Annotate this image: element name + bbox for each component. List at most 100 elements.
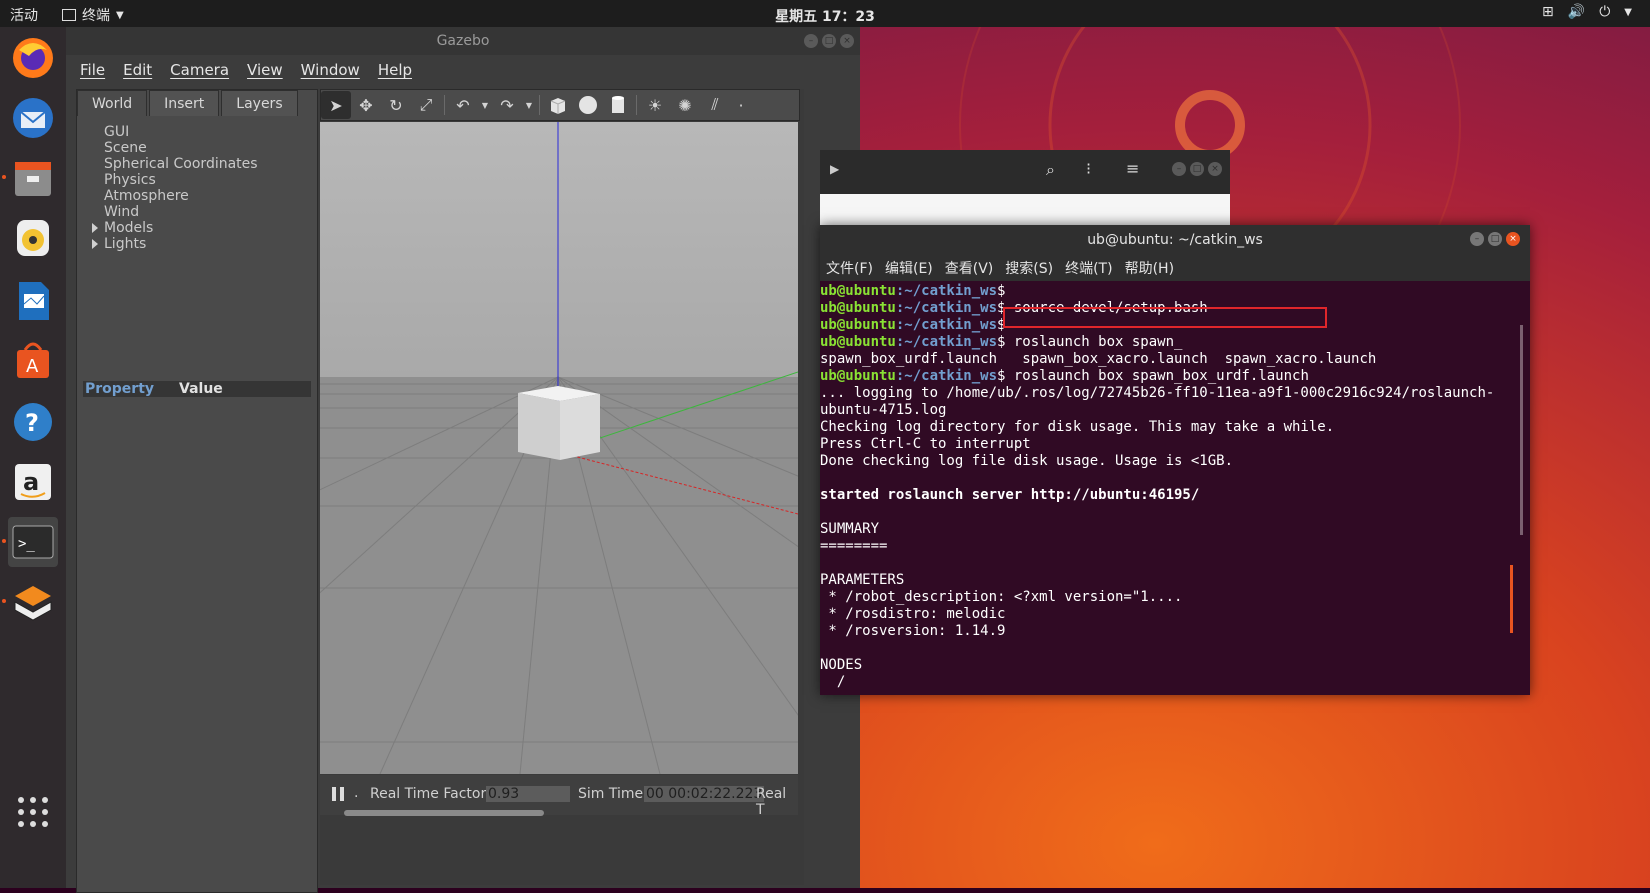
rotate-mode-icon[interactable]: ↻: [381, 91, 411, 119]
translate-mode-icon[interactable]: ✥: [351, 91, 381, 119]
maximize-button[interactable]: □: [1488, 232, 1502, 246]
output-text: PARAMETERS: [820, 572, 905, 588]
menu-edit[interactable]: 编辑(E): [885, 258, 933, 278]
point-light-icon[interactable]: ☀: [640, 91, 670, 119]
render-area: ➤ ✥ ↻ ⤢ ↶ ▼ ↷ ▼ ☀ ✺ ⫽ · . Real Time Fact…: [320, 89, 804, 885]
box-shape-icon[interactable]: [543, 91, 573, 119]
tree-item-scene[interactable]: Scene: [104, 140, 317, 156]
firefox-icon[interactable]: [8, 33, 58, 83]
rhythmbox-icon[interactable]: [8, 213, 58, 263]
spot-light-icon[interactable]: ✺: [670, 91, 700, 119]
tree-item-physics[interactable]: Physics: [104, 172, 317, 188]
writer-icon[interactable]: [8, 275, 58, 325]
forward-icon[interactable]: ▶: [830, 162, 839, 176]
tree-item-models[interactable]: Models: [92, 220, 317, 236]
directional-light-icon[interactable]: ⫽: [700, 91, 730, 119]
volume-icon: 🔊: [1567, 4, 1586, 20]
maximize-button[interactable]: □: [822, 34, 836, 48]
menu-camera[interactable]: Camera: [170, 61, 229, 79]
menu-edit[interactable]: Edit: [123, 61, 152, 79]
menu-file[interactable]: File: [80, 61, 105, 79]
toolbar-more-icon[interactable]: ·: [730, 91, 752, 119]
tree-item-wind[interactable]: Wind: [104, 204, 317, 220]
terminal-line: [820, 470, 1525, 487]
value-column-header: Value: [179, 381, 223, 397]
menu-terminal[interactable]: 终端(T): [1065, 258, 1112, 278]
svg-text:A: A: [26, 356, 39, 377]
tab-layers[interactable]: Layers: [221, 90, 298, 116]
terminal-scrollbar[interactable]: [1520, 325, 1523, 535]
menu-view[interactable]: View: [247, 61, 283, 79]
terminal-line: started roslaunch server http://ubuntu:4…: [820, 487, 1525, 504]
redo-dropdown-icon[interactable]: ▼: [522, 91, 536, 119]
terminal-line: * /robot_description: <?xml version="1..…: [820, 589, 1525, 606]
scale-mode-icon[interactable]: ⤢: [411, 91, 441, 119]
prompt-user: ub@ubuntu: [820, 334, 896, 350]
tab-world[interactable]: World: [77, 90, 148, 116]
redo-icon[interactable]: ↷: [492, 91, 522, 119]
undo-dropdown-icon[interactable]: ▼: [478, 91, 492, 119]
maximize-button[interactable]: □: [1190, 162, 1204, 176]
clock[interactable]: 星期五 17：23: [0, 6, 1650, 26]
sphere-shape-icon[interactable]: [573, 91, 603, 119]
tree-item-gui[interactable]: GUI: [104, 124, 317, 140]
show-apps-icon[interactable]: [8, 787, 58, 837]
software-icon[interactable]: A: [8, 335, 58, 385]
tree-item-spherical-coordinates[interactable]: Spherical Coordinates: [104, 156, 317, 172]
terminal-scroll-thumb[interactable]: [1510, 565, 1513, 633]
search-icon[interactable]: ⌕: [1046, 160, 1055, 180]
close-button[interactable]: ×: [1208, 162, 1222, 176]
hamburger-menu-icon[interactable]: ≡: [1126, 159, 1139, 178]
minimize-button[interactable]: –: [1172, 162, 1186, 176]
menu-search[interactable]: 搜索(S): [1005, 258, 1053, 278]
terminal-line: spawn_box_urdf.launch spawn_box_xacro.la…: [820, 351, 1525, 368]
toolbar-divider: [539, 95, 540, 115]
box-model[interactable]: [518, 386, 600, 460]
real-time-label: Real T: [756, 786, 787, 818]
files-icon[interactable]: [8, 153, 58, 203]
terminal-icon[interactable]: >_: [8, 517, 58, 567]
minimize-button[interactable]: –: [804, 34, 818, 48]
3d-viewport[interactable]: [320, 122, 798, 774]
view-toggle-icon[interactable]: ⁝: [1086, 159, 1091, 178]
sky: [320, 122, 798, 377]
undo-icon[interactable]: ↶: [448, 91, 478, 119]
close-button[interactable]: ×: [840, 34, 854, 48]
prompt-path: :~/catkin_ws: [895, 300, 998, 316]
help-icon[interactable]: ?: [8, 397, 58, 447]
step-icon[interactable]: .: [354, 785, 358, 801]
menu-help[interactable]: Help: [378, 61, 412, 79]
terminal-output[interactable]: ub@ubuntu:~/catkin_ws$ ub@ubuntu:~/catkin…: [820, 283, 1525, 695]
select-mode-icon[interactable]: ➤: [321, 91, 351, 119]
thunderbird-icon[interactable]: [8, 93, 58, 143]
output-text: Press Ctrl-C to interrupt: [820, 436, 1031, 452]
system-tray[interactable]: ⊞ 🔊 ⏻ ▼: [1542, 4, 1632, 20]
output-text: /: [820, 674, 846, 690]
tab-insert[interactable]: Insert: [149, 90, 220, 116]
menu-window[interactable]: Window: [301, 61, 360, 79]
close-button[interactable]: ×: [1506, 232, 1520, 246]
command-text: $ roslaunch box spawn_box_urdf.launch: [997, 368, 1309, 384]
tree-item-lights[interactable]: Lights: [92, 236, 317, 252]
cylinder-shape-icon[interactable]: [603, 91, 633, 119]
terminal-line: Done checking log file disk usage. Usage…: [820, 453, 1525, 470]
sim-time-label: Sim Time:: [578, 786, 648, 802]
pause-icon[interactable]: [332, 787, 344, 801]
running-indicator: [2, 599, 6, 603]
minimize-button[interactable]: –: [1470, 232, 1484, 246]
menu-view[interactable]: 查看(V): [945, 258, 994, 278]
gazebo-titlebar[interactable]: Gazebo – □ ×: [66, 27, 860, 55]
menu-file[interactable]: 文件(F): [826, 258, 873, 278]
amazon-icon[interactable]: a: [8, 457, 58, 507]
sublime-icon[interactable]: [8, 577, 58, 627]
terminal-titlebar[interactable]: ub@ubuntu: ~/catkin_ws – □ ×: [820, 225, 1530, 255]
prompt-user: ub@ubuntu: [820, 317, 896, 333]
horizontal-scrollbar[interactable]: [344, 810, 544, 816]
output-text: ... logging to /home/ub/.ros/log/72745b2…: [820, 385, 1495, 401]
menu-help[interactable]: 帮助(H): [1125, 258, 1174, 278]
tree-item-atmosphere[interactable]: Atmosphere: [104, 188, 317, 204]
terminal-line: ub@ubuntu:~/catkin_ws$: [820, 283, 1525, 300]
power-icon: ⏻: [1599, 4, 1611, 20]
